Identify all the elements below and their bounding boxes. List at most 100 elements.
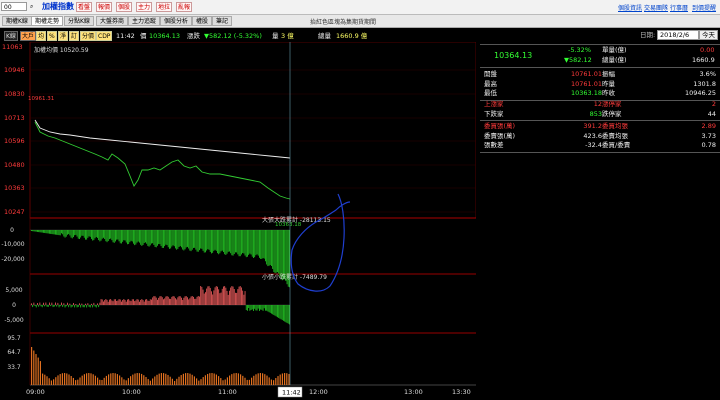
big-player-bar xyxy=(280,230,282,280)
net-button[interactable]: 淨 xyxy=(58,31,69,41)
kline-button[interactable]: K線 xyxy=(4,31,18,41)
big-player-bar xyxy=(100,230,102,241)
stat-label: 下跌家 xyxy=(484,109,504,118)
link-trade-team[interactable]: 交易團隊 xyxy=(644,3,668,12)
big-player-bar xyxy=(51,230,53,235)
volume-bar xyxy=(149,380,151,385)
big-player-bar xyxy=(94,230,96,239)
big-player-bar xyxy=(157,230,158,246)
small-player-bar xyxy=(209,287,211,305)
volume-bar xyxy=(125,380,127,385)
small-player-bar xyxy=(187,297,188,305)
menu-stock[interactable]: 個股 xyxy=(116,2,133,12)
small-player-bar xyxy=(83,305,85,308)
today-button[interactable]: 今天 xyxy=(699,30,718,40)
x-tick-0900: 09:00 xyxy=(26,388,45,396)
small-player-bar xyxy=(51,302,53,305)
big-player-bar xyxy=(226,230,228,254)
volume-bar xyxy=(68,374,70,385)
avg-button[interactable]: 均 xyxy=(36,31,47,41)
index-title: 加權指數 xyxy=(42,2,74,11)
small-player-bar xyxy=(113,299,115,305)
big-player-bar xyxy=(203,230,205,253)
menu-misc[interactable]: 亂報 xyxy=(176,2,193,12)
big-player-bar xyxy=(68,230,70,235)
big-player-bar xyxy=(167,230,169,248)
order-button[interactable]: 訂 xyxy=(69,31,80,41)
big-player-bar xyxy=(142,230,144,245)
big-player-bar xyxy=(247,230,248,257)
link-stock-info[interactable]: 個股資訊 xyxy=(618,3,642,12)
big-player-bar xyxy=(249,230,251,254)
intraday-chart[interactable]: 11063 10946 10830 10713 10596 10480 1036… xyxy=(0,42,476,398)
menu-quote[interactable]: 報價 xyxy=(96,2,113,12)
x-tick-1300: 13:00 xyxy=(404,388,423,396)
big-player-bar xyxy=(148,230,150,247)
single-vol-label: 單量(億) xyxy=(602,46,627,54)
tab-broker[interactable]: 大盤券商 xyxy=(96,16,129,26)
big-player-bar xyxy=(124,230,126,241)
volume-bar xyxy=(46,376,48,385)
link-price-alert[interactable]: 到價提醒 xyxy=(692,3,716,12)
menu-region[interactable]: 地拉 xyxy=(156,2,173,12)
tab-option-kline[interactable]: 期權K線 xyxy=(2,16,32,26)
volume-bar xyxy=(145,376,147,385)
small-player-bar xyxy=(94,305,96,307)
volume-bar xyxy=(37,357,39,385)
volume-bar xyxy=(259,373,261,385)
big-player-bar xyxy=(87,230,89,238)
big-player-bar xyxy=(117,230,119,240)
big-player-bar xyxy=(55,230,56,235)
small-player-bar xyxy=(279,305,281,319)
small-player-bar xyxy=(68,305,70,308)
big-player-bar xyxy=(183,230,185,251)
small-player-bar xyxy=(227,294,229,305)
big-player-bar xyxy=(73,230,74,238)
small-player-bar xyxy=(92,305,94,308)
tab-stock-analysis[interactable]: 個股分析 xyxy=(160,16,193,26)
small-player-bar xyxy=(238,286,240,305)
big-player-bar xyxy=(199,230,200,251)
small-player-bar xyxy=(257,305,259,309)
tab-notes[interactable]: 筆記 xyxy=(212,16,233,26)
big-player-bar xyxy=(275,230,277,273)
big-player-button[interactable]: 大戶 xyxy=(20,31,37,41)
price-dist-button[interactable]: 分價 xyxy=(80,31,97,41)
small-player-bar xyxy=(130,301,132,305)
tab-warrant[interactable]: 權股 xyxy=(192,16,213,26)
big-player-bar xyxy=(178,230,180,247)
volume-bar xyxy=(273,380,275,385)
volume-bar xyxy=(277,376,279,385)
tab-main-track[interactable]: 主力追蹤 xyxy=(128,16,161,26)
stat-value-2: 3.6% xyxy=(699,70,716,78)
big-player-bar xyxy=(238,230,240,257)
stat-label-2: 委賣均張 xyxy=(602,131,628,140)
search-icon[interactable]: ⌕ xyxy=(28,2,35,12)
stat-value: 10363.18 xyxy=(570,89,602,97)
tab-branch-kline[interactable]: 分點K線 xyxy=(64,16,94,26)
volume-bar xyxy=(266,375,268,385)
big-player-bar xyxy=(88,230,90,237)
small-player-bar xyxy=(153,296,155,305)
big-player-bar xyxy=(266,230,268,265)
big-player-bar xyxy=(209,230,211,252)
big-player-bar xyxy=(175,230,176,249)
volume-bar xyxy=(50,380,52,385)
big-player-bar xyxy=(262,230,264,259)
small-player-bar xyxy=(241,287,242,305)
big-player-bar xyxy=(70,230,72,238)
tab-bar: 期權K線 期權走勢 分點K線 大盤券商 主力追蹤 個股分析 權股 筆記 抬紅色區… xyxy=(0,15,720,28)
small-player-bar xyxy=(183,297,185,305)
menu-main[interactable]: 主力 xyxy=(136,2,153,12)
big-player-bar xyxy=(140,230,142,245)
volume-bar xyxy=(108,374,110,385)
tab-option-trend[interactable]: 期權走勢 xyxy=(31,16,64,26)
cdp-button[interactable]: CDP xyxy=(96,31,113,41)
date-input[interactable]: 2018/2/6 xyxy=(657,30,699,40)
menu-watch[interactable]: 看盤 xyxy=(76,2,93,12)
pct-button[interactable]: % xyxy=(47,31,57,41)
symbol-select[interactable]: 00 xyxy=(1,2,27,11)
small-player-bar xyxy=(191,296,193,305)
small-player-bar xyxy=(249,305,251,311)
link-calendar[interactable]: 行事曆 xyxy=(670,3,688,12)
